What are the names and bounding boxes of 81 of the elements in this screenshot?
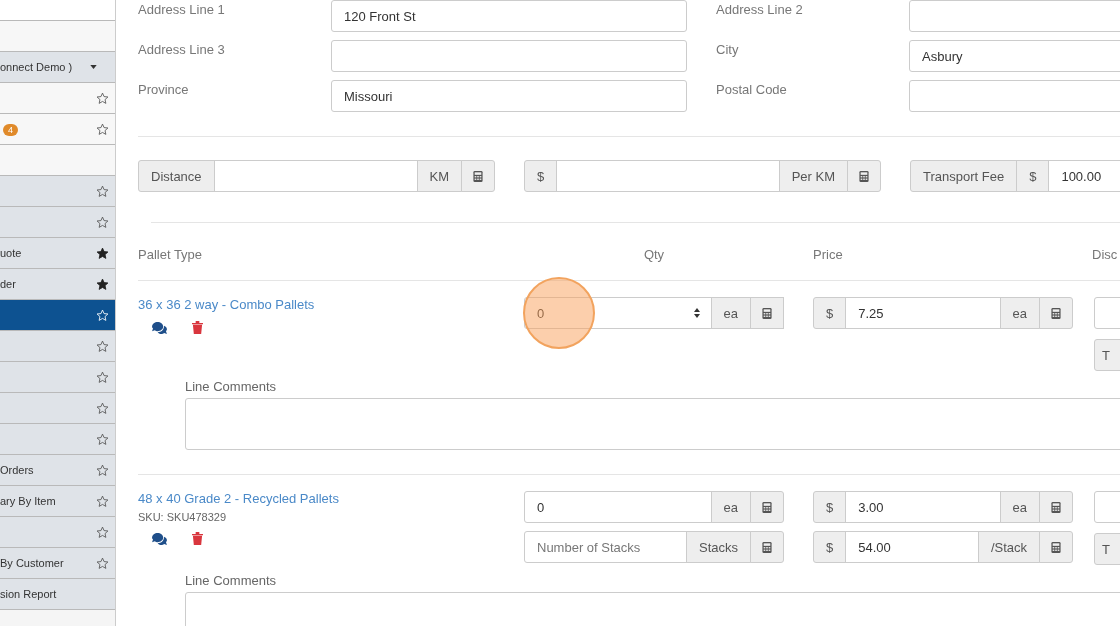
addon-label: $ <box>1016 160 1050 192</box>
comments-field[interactable] <box>185 398 1120 450</box>
addon-label: Stacks <box>686 531 751 563</box>
input-field[interactable]: 7.25 <box>845 297 1001 329</box>
pallet-link[interactable]: 36 x 36 2 way - Combo Pallets <box>138 296 315 312</box>
column-header: Price <box>813 247 844 262</box>
field-label: Address Line 1 <box>138 1 226 19</box>
addon-label: KM <box>416 160 462 192</box>
calculator-icon[interactable] <box>750 297 784 329</box>
field-label: Address Line 2 <box>716 1 804 19</box>
addon-label: ea <box>999 297 1040 329</box>
discount-type-button[interactable]: T <box>1094 533 1120 565</box>
input-field[interactable]: 3.00 <box>845 491 1001 523</box>
sidebar-item[interactable]: Orders <box>0 464 34 476</box>
count-badge: 4 <box>3 124 18 136</box>
addon-label: ea <box>999 491 1040 523</box>
input-field[interactable]: Number of Stacks <box>524 531 687 563</box>
chat-icon[interactable] <box>151 532 168 545</box>
column-header: Disc <box>1092 247 1119 262</box>
addon-label: $ <box>813 297 847 329</box>
sidebar-item[interactable]: uote <box>0 247 22 259</box>
star-icon[interactable] <box>96 122 109 136</box>
addon-label: $ <box>813 531 847 563</box>
addon-label: /Stack <box>977 531 1040 563</box>
field-label: Line Comments <box>185 379 278 394</box>
star-icon[interactable] <box>96 401 109 415</box>
chat-icon[interactable] <box>151 321 168 334</box>
star-icon[interactable] <box>96 370 109 384</box>
input-field[interactable] <box>331 40 687 72</box>
sidebar-item[interactable]: der <box>0 278 16 290</box>
addon-label: Distance <box>138 160 215 192</box>
star-icon[interactable] <box>96 463 109 477</box>
input-field[interactable]: 0 <box>524 491 712 523</box>
addon-label: Transport Fee <box>910 160 1018 192</box>
sidebar-item[interactable]: sion Report <box>0 588 57 600</box>
input-field[interactable] <box>909 0 1120 32</box>
calculator-icon[interactable] <box>1039 297 1073 329</box>
discount-type-button[interactable]: T <box>1094 339 1120 371</box>
input-field[interactable]: 54.00 <box>845 531 979 563</box>
trash-icon[interactable] <box>192 321 203 334</box>
sidebar-item[interactable]: ary By Item <box>0 495 56 507</box>
input-field[interactable] <box>909 80 1120 112</box>
field-label: City <box>716 41 740 59</box>
input-field[interactable]: Missouri <box>331 80 687 112</box>
field-label: Line Comments <box>185 573 278 588</box>
input-field[interactable] <box>556 160 780 192</box>
addon-label: ea <box>710 491 751 523</box>
caret-icon[interactable] <box>90 65 98 69</box>
input-field[interactable]: Asbury <box>909 40 1120 72</box>
field-label: Province <box>138 81 190 99</box>
star-icon[interactable] <box>96 494 109 508</box>
field-label: Postal Code <box>716 81 788 99</box>
column-header: Qty <box>642 247 666 262</box>
input-field[interactable] <box>213 160 418 192</box>
pallet-link[interactable]: 48 x 40 Grade 2 - Recycled Pallets <box>138 490 339 506</box>
spinner-icon[interactable] <box>692 307 701 319</box>
star-icon[interactable] <box>96 432 109 446</box>
star-icon[interactable] <box>96 91 109 105</box>
addon-label: $ <box>524 160 558 192</box>
star-icon[interactable] <box>96 215 109 229</box>
star-icon[interactable] <box>96 277 109 291</box>
star-icon[interactable] <box>96 184 109 198</box>
star-icon[interactable] <box>96 339 109 353</box>
addon-label: Per KM <box>778 160 848 192</box>
calculator-icon[interactable] <box>750 491 784 523</box>
calculator-icon[interactable] <box>1039 491 1073 523</box>
sku-text: SKU: SKU478329 <box>138 511 228 523</box>
calculator-icon[interactable] <box>461 160 495 192</box>
trash-icon[interactable] <box>192 532 203 545</box>
input-field[interactable]: 100.00 <box>1048 160 1120 192</box>
input-field[interactable]: 120 Front St <box>331 0 687 32</box>
field-label: Address Line 3 <box>138 41 226 59</box>
star-icon[interactable] <box>96 556 109 570</box>
calculator-icon[interactable] <box>1039 531 1073 563</box>
column-header: Pallet Type <box>138 247 204 262</box>
addon-label: ea <box>710 297 751 329</box>
star-icon[interactable] <box>96 525 109 539</box>
calculator-icon[interactable] <box>847 160 881 192</box>
star-icon[interactable] <box>96 246 109 260</box>
calculator-icon[interactable] <box>750 531 784 563</box>
addon-label: $ <box>813 491 847 523</box>
